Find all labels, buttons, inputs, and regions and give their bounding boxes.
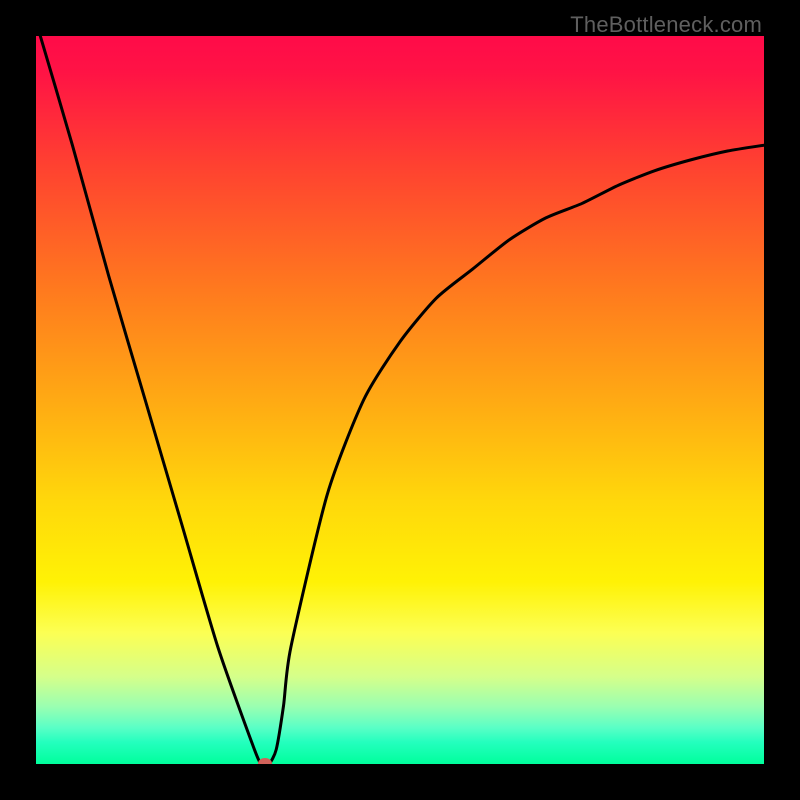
bottleneck-curve: [36, 36, 764, 764]
minimum-marker: [258, 758, 272, 764]
plot-area: [36, 36, 764, 764]
chart-frame: TheBottleneck.com: [0, 0, 800, 800]
watermark-text: TheBottleneck.com: [570, 12, 762, 38]
